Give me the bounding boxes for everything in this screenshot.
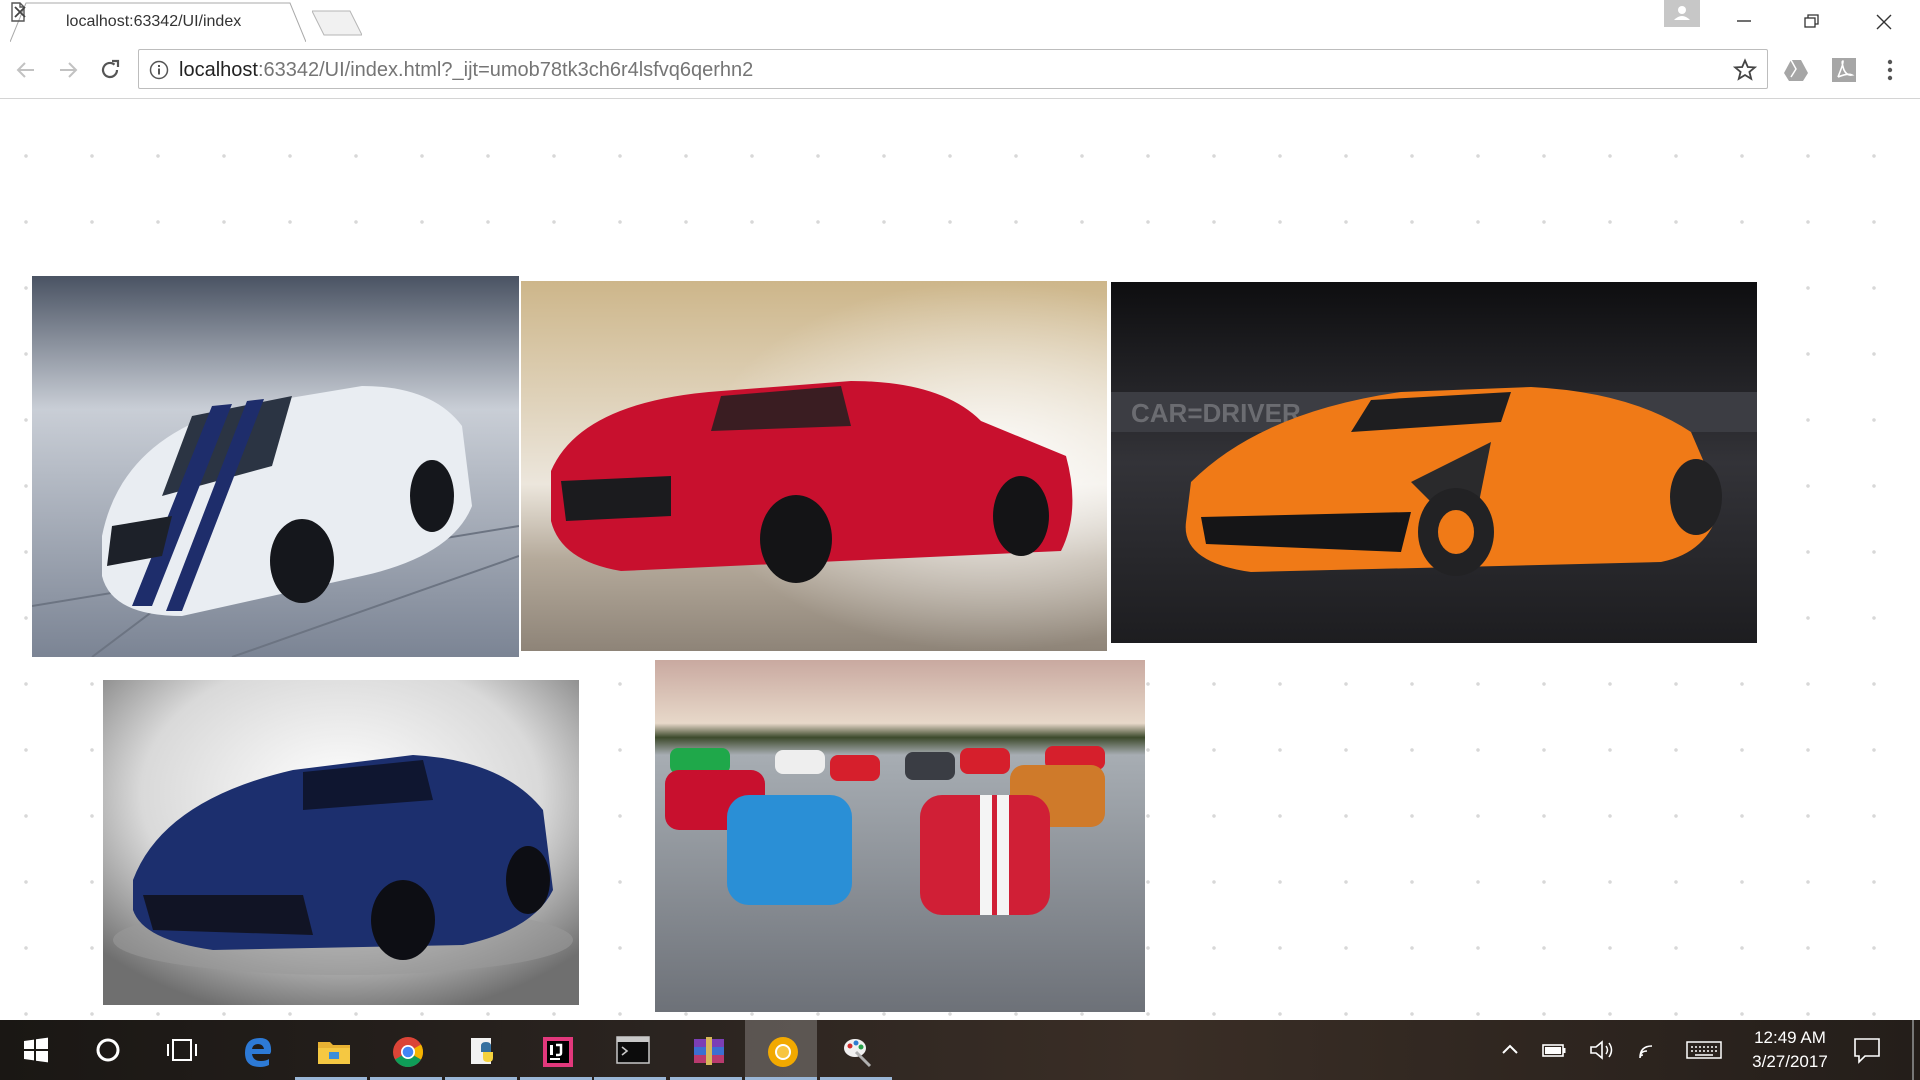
google-drive-extension-icon[interactable]	[1782, 56, 1810, 84]
task-view-icon	[167, 1039, 197, 1061]
url-host: localhost	[179, 59, 258, 81]
edge-taskbar-button[interactable]	[220, 1020, 292, 1080]
chrome-canary-icon	[768, 1037, 798, 1067]
task-view-button[interactable]	[144, 1020, 216, 1080]
file-explorer-icon	[318, 1042, 350, 1064]
restore-button[interactable]	[1778, 0, 1846, 42]
bookmark-star-icon[interactable]	[1733, 58, 1757, 82]
arrow-right-icon	[60, 62, 78, 78]
volume-icon[interactable]	[1588, 1038, 1616, 1062]
close-tab-icon[interactable]	[10, 2, 30, 22]
clock-time: 12:49 AM	[1754, 1028, 1826, 1047]
browser-toolbar: localhost:63342/UI/index.html?_ijt=umob7…	[0, 42, 1920, 99]
close-window-button[interactable]	[1850, 0, 1918, 42]
profile-button[interactable]	[1664, 0, 1700, 27]
winrar-taskbar-button[interactable]	[670, 1020, 742, 1080]
winrar-icon	[694, 1037, 724, 1065]
acrobat-extension-icon[interactable]	[1830, 56, 1858, 84]
back-button[interactable]	[10, 54, 42, 86]
car-image-red-mustang	[521, 281, 1107, 651]
browser-titlebar: localhost:63342/UI/index	[0, 0, 1920, 42]
chrome-canary-taskbar-button[interactable]	[745, 1020, 817, 1080]
battery-icon[interactable]	[1540, 1038, 1568, 1062]
cortana-icon	[96, 1038, 120, 1062]
white-mustang-picture	[32, 276, 519, 657]
browser-tab-active[interactable]: localhost:63342/UI/index	[10, 2, 306, 42]
url-path: :63342/UI/index.html?_ijt=umob78tk3ch6r4…	[257, 59, 754, 81]
intellij-taskbar-button[interactable]	[520, 1020, 592, 1080]
page-content: CAR=DRIVER	[0, 99, 1920, 1020]
chrome-taskbar-button[interactable]	[370, 1020, 442, 1080]
terminal-taskbar-button[interactable]	[594, 1020, 666, 1080]
orange-supercar-picture: CAR=DRIVER	[1111, 282, 1757, 643]
system-clock[interactable]: 12:49 AM 3/27/2017	[1730, 1026, 1850, 1074]
tab-title: localhost:63342/UI/index	[66, 13, 242, 30]
chevron-up-icon[interactable]	[1496, 1038, 1524, 1062]
car-image-orange-supercar: CAR=DRIVER	[1111, 282, 1757, 643]
python-icon	[471, 1038, 493, 1064]
action-center-icon[interactable]	[1852, 1036, 1882, 1064]
terminal-icon	[616, 1036, 650, 1064]
url-text[interactable]: localhost:63342/UI/index.html?_ijt=umob7…	[179, 59, 753, 82]
car-image-white-mustang	[32, 276, 519, 657]
new-tab-button[interactable]	[312, 10, 362, 36]
start-icon	[24, 1037, 48, 1063]
info-icon[interactable]	[149, 60, 169, 80]
keyboard-icon[interactable]	[1686, 1038, 1722, 1062]
red-mustang-picture	[521, 281, 1107, 651]
car-group-picture	[655, 660, 1145, 1012]
address-bar[interactable]: localhost:63342/UI/index.html?_ijt=umob7…	[138, 49, 1768, 89]
car-image-car-group	[655, 660, 1145, 1012]
close-icon	[1876, 14, 1892, 30]
minimize-button[interactable]	[1710, 0, 1778, 42]
forward-button[interactable]	[52, 54, 84, 86]
windows-taskbar: 12:49 AM 3/27/2017	[0, 1020, 1920, 1080]
wifi-icon[interactable]	[1636, 1038, 1664, 1062]
python-taskbar-button[interactable]	[445, 1020, 517, 1080]
start-button[interactable]	[0, 1020, 72, 1080]
restore-icon	[1804, 14, 1819, 28]
more-menu-icon[interactable]	[1886, 58, 1894, 82]
intellij-icon	[543, 1037, 573, 1067]
chrome-icon	[393, 1037, 424, 1068]
person-icon	[1674, 6, 1690, 20]
paint-taskbar-button[interactable]	[820, 1020, 892, 1080]
show-desktop-button[interactable]	[1912, 1020, 1914, 1080]
minimize-icon	[1737, 20, 1751, 22]
paint-icon	[844, 1039, 872, 1068]
cortana-button[interactable]	[72, 1020, 144, 1080]
edge-icon	[245, 1038, 272, 1067]
file-explorer-taskbar-button[interactable]	[295, 1020, 367, 1080]
blue-ford-gt-picture	[103, 680, 579, 1005]
reload-icon	[101, 59, 120, 79]
car-image-blue-ford-gt	[103, 680, 579, 1005]
watermark-text: CAR=DRIVER	[1131, 398, 1301, 428]
reload-button[interactable]	[94, 54, 126, 86]
arrow-left-icon	[16, 62, 34, 78]
clock-date: 3/27/2017	[1752, 1052, 1828, 1071]
